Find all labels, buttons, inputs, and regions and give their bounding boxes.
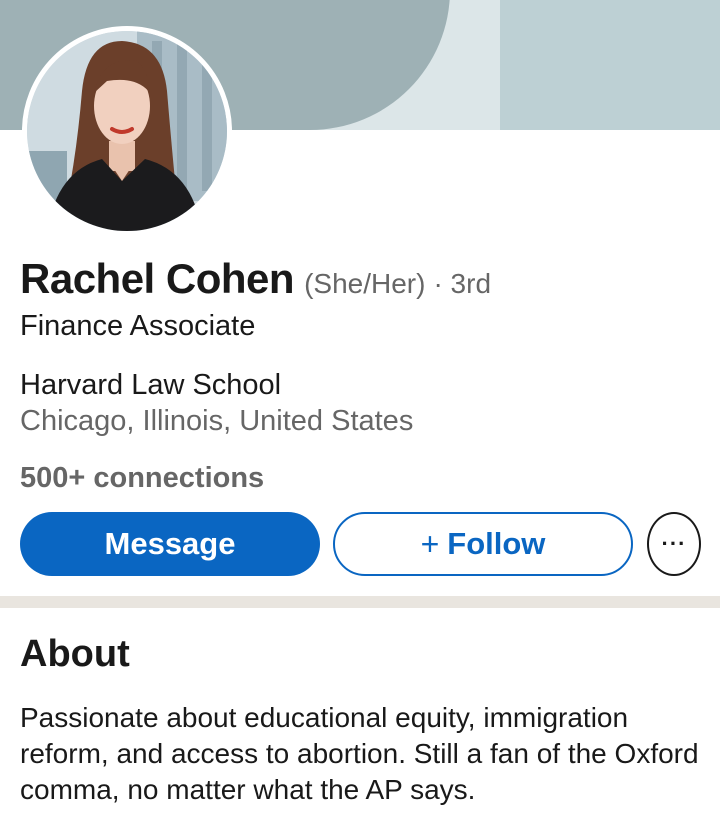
pronouns: (She/Her): [304, 268, 426, 299]
section-divider: [0, 596, 720, 608]
more-horizontal-icon: ···: [661, 531, 687, 556]
more-options-button[interactable]: ···: [647, 512, 701, 576]
message-button[interactable]: Message: [20, 512, 320, 576]
connections-count[interactable]: 500+ connections: [20, 462, 264, 495]
avatar-photo: [27, 31, 227, 231]
about-text: Passionate about educational equity, imm…: [20, 702, 699, 805]
plus-icon: +: [420, 525, 440, 562]
message-button-label: Message: [104, 526, 236, 561]
profile-location: Chicago, Illinois, United States: [20, 405, 414, 437]
profile-school[interactable]: Harvard Law School: [20, 369, 281, 402]
avatar[interactable]: [22, 26, 232, 236]
about-section-title: About: [20, 633, 130, 675]
connection-degree: · 3rd: [433, 268, 492, 299]
profile-name: Rachel Cohen: [20, 255, 295, 302]
name-row: Rachel Cohen (She/Her) · 3rd: [20, 255, 491, 303]
follow-button[interactable]: + Follow: [333, 512, 633, 576]
follow-button-label: Follow: [447, 526, 546, 561]
profile-headline: Finance Associate: [20, 310, 256, 342]
